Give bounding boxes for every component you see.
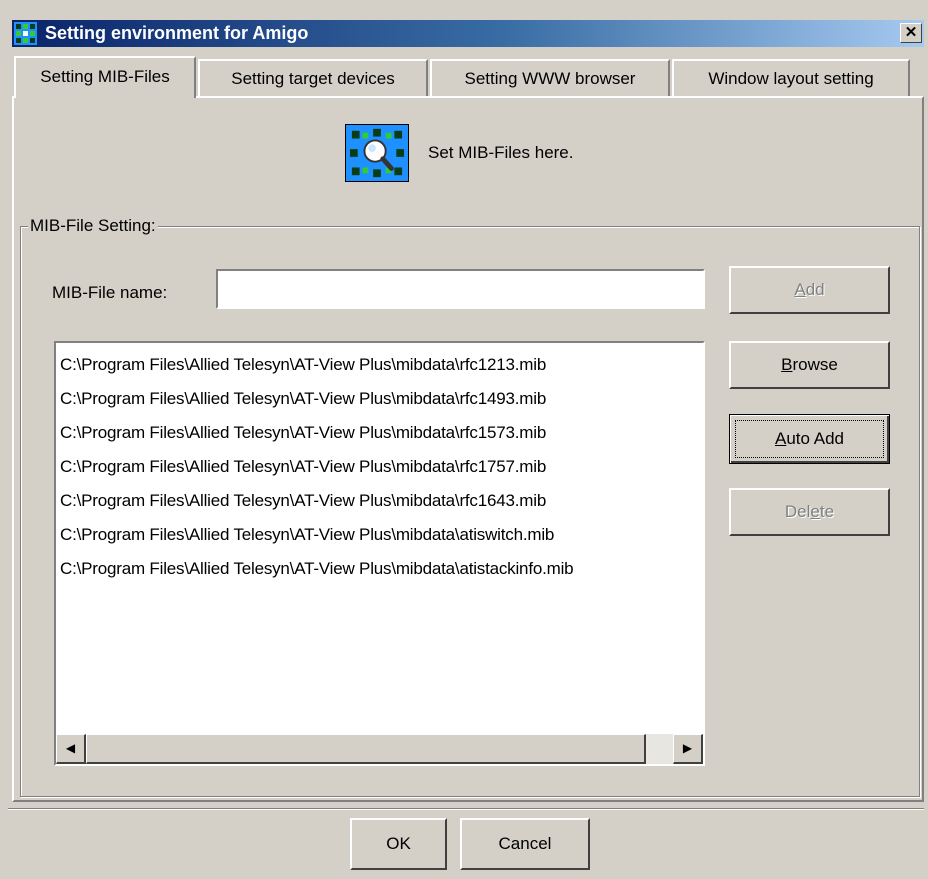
mib-search-icon [345, 124, 409, 182]
list-item[interactable]: C:\Program Files\Allied Telesyn\AT-View … [58, 382, 701, 416]
tab-setting-www-browser[interactable]: Setting WWW browser [430, 59, 670, 97]
banner-text: Set MIB-Files here. [428, 143, 574, 162]
list-item[interactable]: C:\Program Files\Allied Telesyn\AT-View … [58, 450, 701, 484]
auto-add-button[interactable]: Auto Add [729, 414, 890, 464]
scroll-left-button[interactable]: ◀ [56, 734, 86, 764]
tab-setting-target-devices[interactable]: Setting target devices [198, 59, 428, 97]
mib-file-name-input[interactable] [216, 269, 705, 309]
horizontal-scrollbar[interactable]: ◀ ▶ [56, 734, 703, 764]
list-item[interactable]: C:\Program Files\Allied Telesyn\AT-View … [58, 416, 701, 450]
tab-label: Setting MIB-Files [40, 67, 170, 86]
browse-button[interactable]: Browse [729, 341, 890, 389]
tab-setting-mib-files[interactable]: Setting MIB-Files [14, 56, 196, 98]
tab-label: Setting target devices [231, 69, 395, 88]
mib-file-list-items: C:\Program Files\Allied Telesyn\AT-View … [58, 348, 701, 733]
tab-window-layout-setting[interactable]: Window layout setting [672, 59, 910, 97]
close-button[interactable]: ✕ [900, 23, 922, 43]
tab-label: Window layout setting [708, 69, 874, 88]
window-title: Setting environment for Amigo [45, 23, 309, 43]
arrow-right-icon: ▶ [682, 741, 693, 755]
add-button[interactable]: Add [729, 266, 890, 314]
cancel-button[interactable]: Cancel [460, 818, 590, 870]
group-label: MIB-File Setting: [28, 216, 158, 236]
amigo-network-icon [14, 22, 37, 45]
arrow-left-icon: ◀ [65, 741, 76, 755]
ok-button[interactable]: OK [350, 818, 447, 870]
list-item[interactable]: C:\Program Files\Allied Telesyn\AT-View … [58, 348, 701, 382]
scroll-thumb[interactable] [86, 734, 646, 764]
scroll-right-button[interactable]: ▶ [673, 734, 703, 764]
tab-label: Setting WWW browser [464, 69, 636, 88]
delete-button[interactable]: Delete [729, 488, 890, 536]
title-bar[interactable]: Setting environment for Amigo ✕ [12, 20, 924, 47]
close-icon: ✕ [904, 24, 918, 41]
list-item[interactable]: C:\Program Files\Allied Telesyn\AT-View … [58, 484, 701, 518]
list-item[interactable]: C:\Program Files\Allied Telesyn\AT-View … [58, 518, 701, 552]
mib-file-list[interactable]: C:\Program Files\Allied Telesyn\AT-View … [54, 341, 705, 766]
bottom-separator [8, 808, 924, 810]
settings-dialog: Setting environment for Amigo ✕ Setting … [0, 0, 928, 879]
mib-file-name-label: MIB-File name: [52, 283, 168, 302]
list-item[interactable]: C:\Program Files\Allied Telesyn\AT-View … [58, 552, 701, 586]
